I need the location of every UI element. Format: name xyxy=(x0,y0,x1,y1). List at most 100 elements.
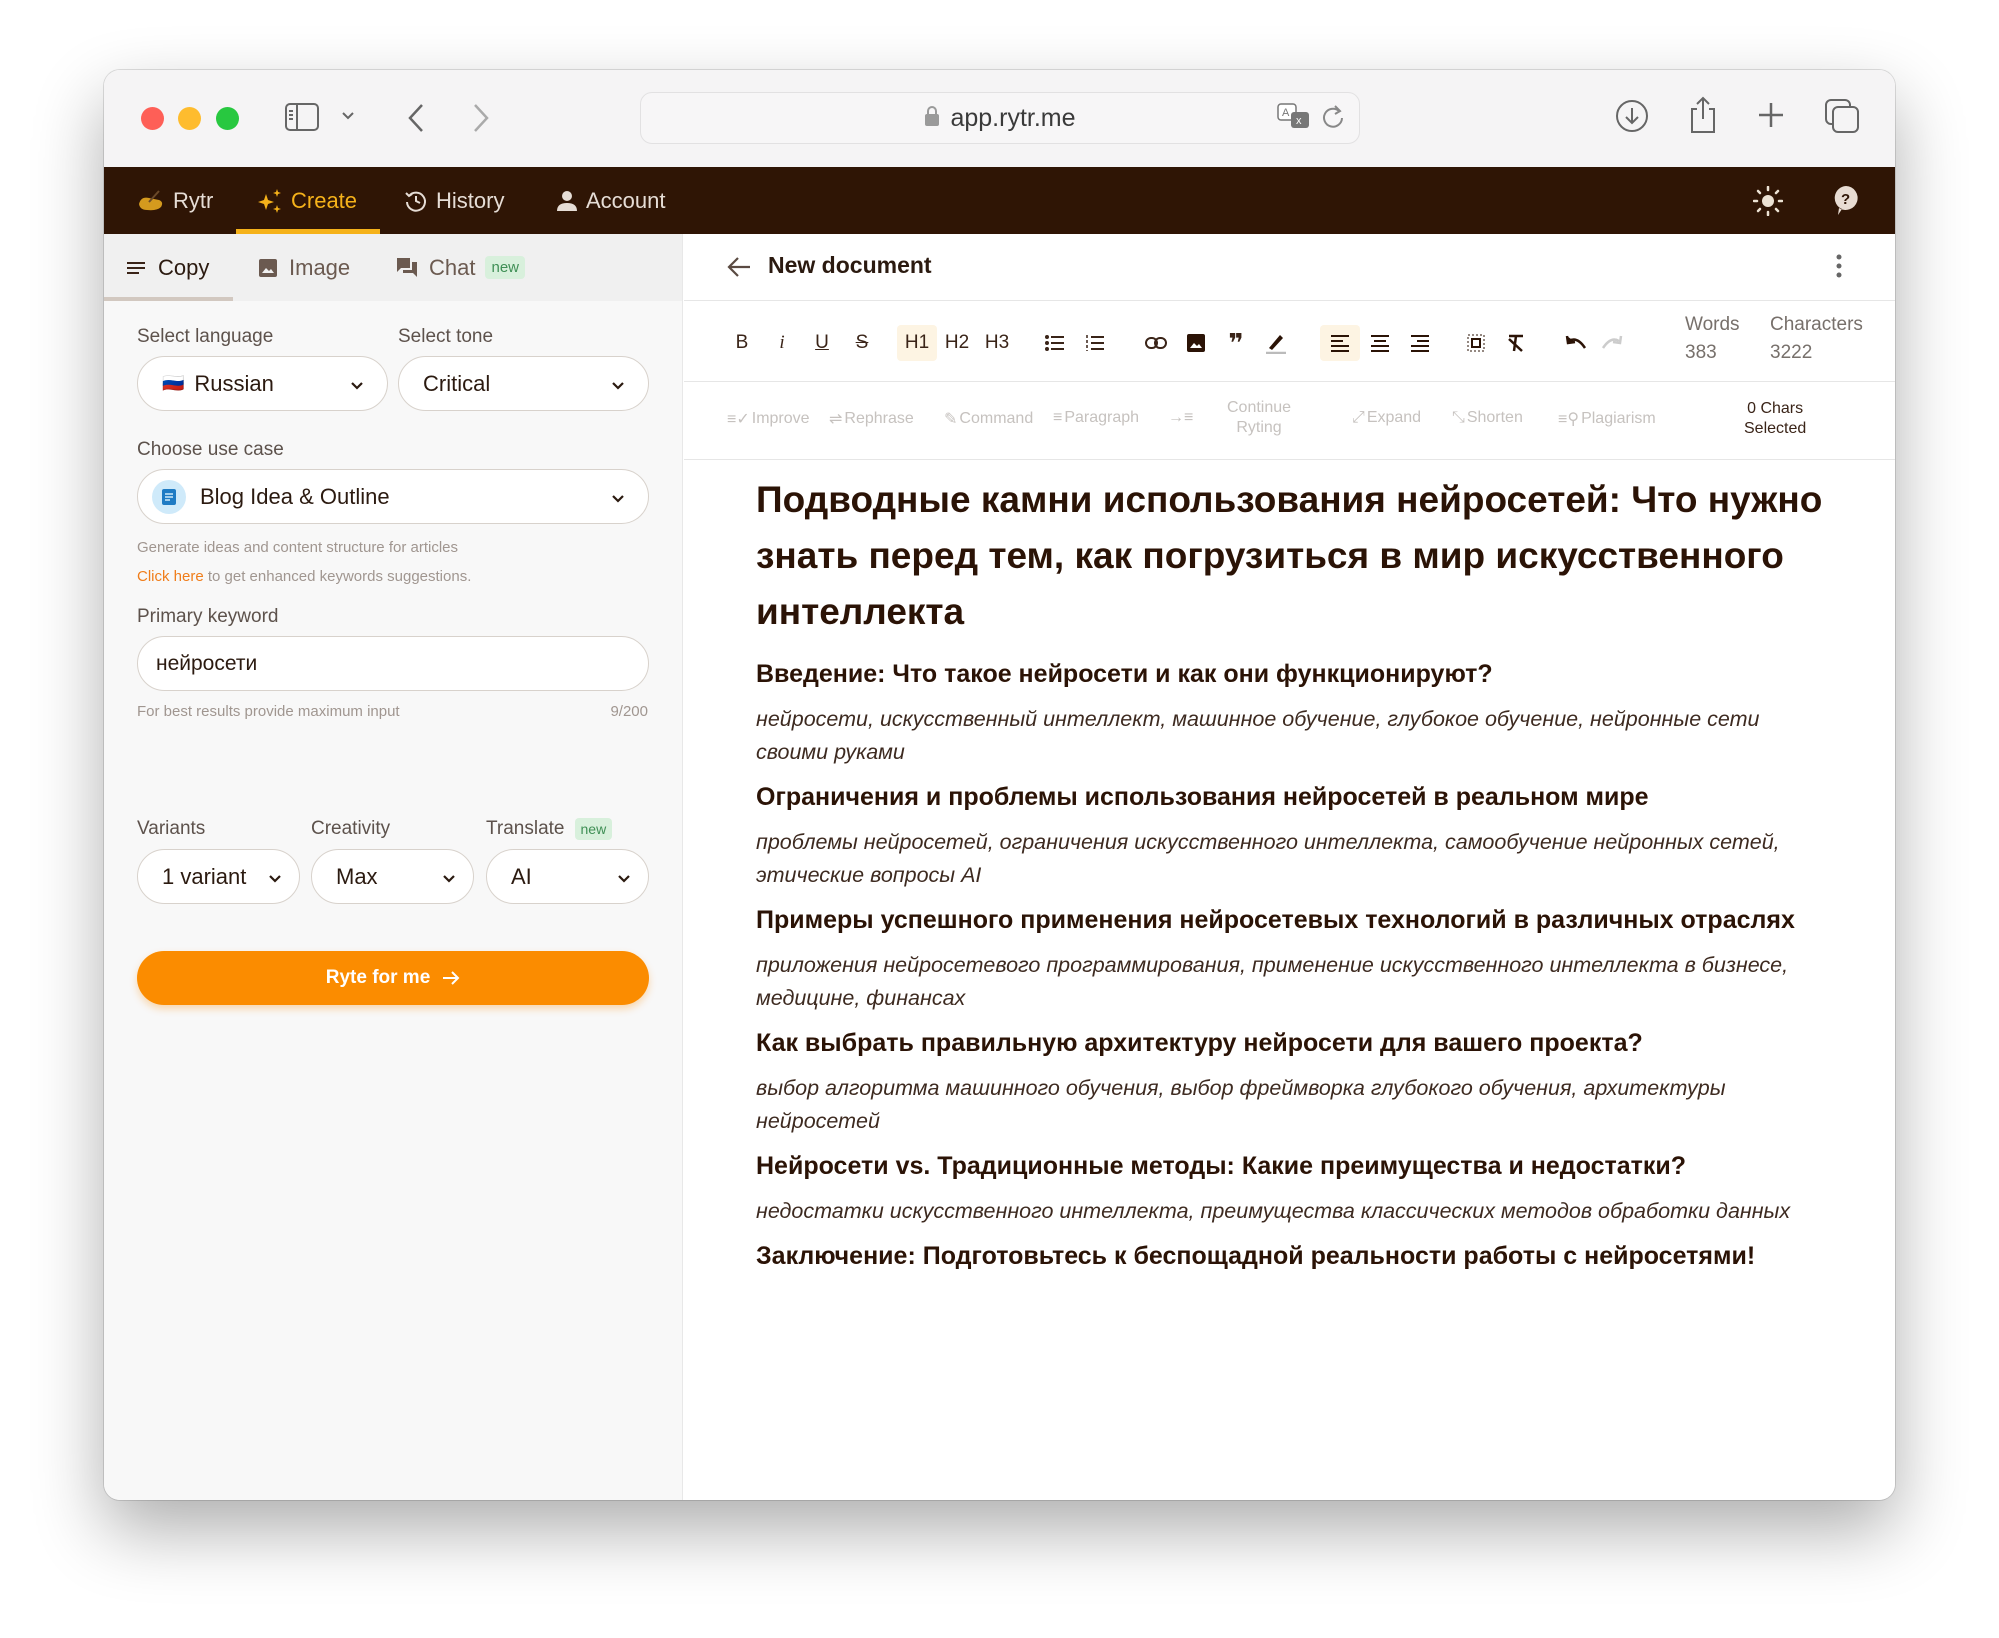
minimize-window-button[interactable] xyxy=(178,107,201,130)
insert-image-icon[interactable] xyxy=(1180,325,1212,361)
improve-button[interactable]: ≡✓ Improve xyxy=(727,409,810,429)
download-icon[interactable] xyxy=(1615,99,1649,133)
translate-select[interactable]: AI xyxy=(486,849,649,904)
more-options-icon[interactable] xyxy=(1836,254,1842,283)
use-case-select[interactable]: Blog Idea & Outline xyxy=(137,469,649,524)
brand-logo[interactable]: Rytr xyxy=(137,167,213,234)
svg-text:x: x xyxy=(1296,115,1302,127)
tab-chat-label: Chat xyxy=(429,254,476,280)
tab-copy[interactable]: Copy xyxy=(126,234,209,301)
url-text: app.rytr.me xyxy=(950,103,1076,132)
document-title[interactable]: New document xyxy=(768,252,932,279)
improve-label: Improve xyxy=(751,410,810,427)
nav-create[interactable]: Create xyxy=(257,167,357,234)
history-icon xyxy=(404,189,428,213)
nav-account[interactable]: Account xyxy=(556,167,666,234)
tabs-overview-icon[interactable] xyxy=(1824,98,1860,134)
numbered-list-icon[interactable] xyxy=(1079,325,1111,361)
keyword-suggestion-text: to get enhanced keywords suggestions. xyxy=(203,568,472,585)
plagiarism-button[interactable]: ≡⚲ Plagiarism xyxy=(1558,409,1656,429)
strikethrough-button[interactable]: S xyxy=(846,325,878,361)
share-icon[interactable] xyxy=(1688,95,1718,135)
tab-image-label: Image xyxy=(289,254,351,280)
characters-label: Characters xyxy=(1770,314,1863,335)
ryte-for-me-button[interactable]: Ryte for me xyxy=(137,951,649,1005)
creativity-select[interactable]: Max xyxy=(311,849,474,904)
highlight-pen-icon[interactable] xyxy=(1260,325,1292,361)
address-bar[interactable]: app.rytr.me Ax xyxy=(640,92,1360,144)
section-keywords: проблемы нейросетей, ограничения искусст… xyxy=(756,830,1780,887)
reload-icon[interactable] xyxy=(1321,103,1345,136)
new-tab-icon[interactable] xyxy=(1756,100,1786,130)
align-center-icon[interactable] xyxy=(1360,325,1400,361)
chars-selected-count: 0 Chars xyxy=(1747,400,1804,417)
align-right-icon[interactable] xyxy=(1400,325,1440,361)
continue-icon[interactable]: →≡ xyxy=(1168,409,1193,427)
image-icon xyxy=(259,258,277,277)
tone-select[interactable]: Critical xyxy=(398,356,649,411)
variants-value: 1 variant xyxy=(162,863,247,889)
paragraph-button[interactable]: ≡ Paragraph xyxy=(1053,409,1139,427)
redo-icon[interactable] xyxy=(1596,325,1628,361)
shorten-icon: ⤡ xyxy=(1452,409,1465,426)
close-window-button[interactable] xyxy=(141,107,164,130)
section-keywords: выбор алгоритма машинного обучения, выбо… xyxy=(756,1076,1726,1133)
command-button[interactable]: ✎ Command xyxy=(944,409,1033,429)
section-heading: Нейросети vs. Традиционные методы: Какие… xyxy=(756,1152,1687,1180)
user-icon xyxy=(556,190,578,212)
back-icon[interactable] xyxy=(406,102,426,134)
select-all-icon[interactable] xyxy=(1460,325,1492,361)
document-content[interactable]: Подводные камни использования нейросетей… xyxy=(756,472,1826,1275)
bullet-list-icon[interactable] xyxy=(1039,325,1071,361)
primary-keyword-input[interactable]: нейросети xyxy=(137,636,649,691)
continue-ryting-button[interactable]: Continue Ryting xyxy=(1227,398,1291,438)
quote-icon[interactable]: ❞ xyxy=(1220,325,1252,361)
clear-format-icon[interactable] xyxy=(1500,325,1532,361)
brand-name: Rytr xyxy=(173,187,214,213)
tab-chat[interactable]: Chat new xyxy=(397,234,526,301)
back-arrow-icon[interactable] xyxy=(727,256,751,283)
theme-sun-icon[interactable] xyxy=(1752,185,1784,221)
tab-image[interactable]: Image xyxy=(259,234,350,301)
document-header: New document xyxy=(684,234,1895,301)
align-left-icon[interactable] xyxy=(1320,325,1360,361)
use-case-value: Blog Idea & Outline xyxy=(200,483,390,509)
rephrase-button[interactable]: ⇌ Rephrase xyxy=(829,409,914,429)
nav-history[interactable]: History xyxy=(404,167,504,234)
translate-icon[interactable]: Ax xyxy=(1277,103,1311,136)
zoom-window-button[interactable] xyxy=(216,107,239,130)
section-keywords: недостатки искусственного интеллекта, пр… xyxy=(756,1199,1791,1223)
expand-button[interactable]: ⤢ Expand xyxy=(1352,409,1421,427)
paragraph-icon: ≡ xyxy=(1053,409,1063,426)
heading2-button[interactable]: H2 xyxy=(937,325,977,361)
click-here-link[interactable]: Click here xyxy=(137,568,204,585)
forward-icon[interactable] xyxy=(471,102,491,134)
shorten-button[interactable]: ⤡ Shorten xyxy=(1452,409,1523,427)
variants-select[interactable]: 1 variant xyxy=(137,849,300,904)
chevron-down-icon[interactable] xyxy=(340,108,356,124)
chevron-down-icon xyxy=(616,867,632,893)
bold-button[interactable]: B xyxy=(726,325,758,361)
translate-value: AI xyxy=(511,863,532,889)
underline-button[interactable]: U xyxy=(806,325,838,361)
sparkle-icon xyxy=(257,188,283,214)
sidebar-icon[interactable] xyxy=(284,102,320,132)
section-heading: Как выбрать правильную архитектуру нейро… xyxy=(756,1029,1643,1057)
undo-icon[interactable] xyxy=(1560,325,1592,361)
language-select[interactable]: 🇷🇺 Russian xyxy=(137,356,388,411)
italic-button[interactable]: i xyxy=(766,325,798,361)
heading1-button[interactable]: H1 xyxy=(897,325,937,361)
arrow-right-icon xyxy=(442,970,460,986)
magic-wand-icon: ✎ xyxy=(944,411,958,428)
new-badge: new xyxy=(574,818,613,840)
new-badge: new xyxy=(485,256,526,279)
app-navbar: Rytr Create History Account ? xyxy=(104,167,1895,234)
plagiarism-search-icon: ≡⚲ xyxy=(1558,411,1580,428)
formatting-toolbar: B i U S H1 H2 H3 ❞ Words 383 Characters … xyxy=(684,301,1895,382)
heading3-button[interactable]: H3 xyxy=(977,325,1017,361)
command-label: Command xyxy=(959,410,1034,427)
link-icon[interactable] xyxy=(1140,325,1172,361)
tab-active-indicator xyxy=(104,297,233,301)
browser-window: app.rytr.me Ax Rytr Create History Accou… xyxy=(104,70,1895,1500)
help-icon[interactable]: ? xyxy=(1833,185,1859,222)
